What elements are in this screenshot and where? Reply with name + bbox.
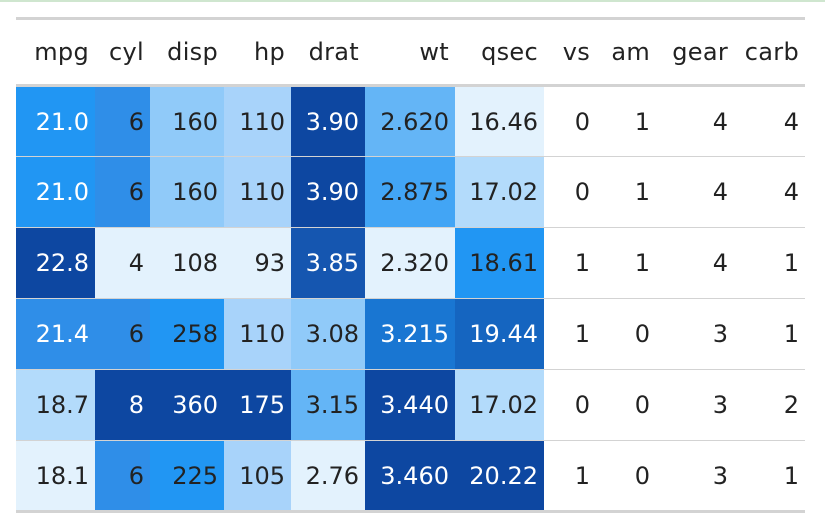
cell-qsec: 16.46 (455, 85, 544, 157)
cell-qsec: 20.22 (455, 440, 544, 512)
cell-carb: 1 (783, 461, 799, 490)
table-row: 21.0 6 160 110 3.90 2.875 17.02 0 1 4 4 (16, 156, 805, 228)
cell-hp: 110 (224, 156, 291, 228)
table-row: 18.1 6 225 105 2.76 3.460 20.22 1 0 3 1 (16, 440, 805, 512)
cell-carb: 1 (783, 320, 799, 348)
cell-qsec: 17.02 (455, 369, 544, 441)
column-header-cyl[interactable]: cyl (95, 19, 150, 86)
cell-wt: 3.440 (365, 369, 455, 441)
cell-carb: 2 (783, 391, 799, 419)
cell-gear: 3 (712, 320, 728, 348)
cell-gear: 4 (712, 249, 728, 277)
cell-am: 0 (634, 320, 650, 348)
column-header-am[interactable]: am (596, 19, 656, 86)
cell-mpg: 18.1 (16, 440, 95, 512)
cell-wt: 3.460 (365, 440, 455, 512)
cell-drat: 3.85 (291, 227, 365, 299)
cell-cyl: 6 (95, 85, 150, 157)
cell-wt: 2.620 (365, 85, 455, 157)
window-top-edge (0, 0, 825, 2)
table-header: mpg cyl disp hp drat wt qsec vs am gear … (16, 18, 805, 86)
cell-am: 1 (634, 249, 650, 277)
table-row: 22.8 4 108 93 3.85 2.320 18.61 1 1 4 1 (16, 227, 805, 299)
column-header-vs[interactable]: vs (544, 19, 596, 86)
cell-vs: 0 (574, 107, 590, 136)
mtcars-heatmap-table: mpg cyl disp hp drat wt qsec vs am gear … (16, 17, 805, 513)
cell-vs: 1 (574, 320, 590, 348)
cell-cyl: 6 (95, 440, 150, 512)
cell-carb: 1 (783, 249, 799, 277)
cell-wt: 2.875 (365, 156, 455, 228)
cell-qsec: 19.44 (455, 298, 544, 370)
cell-wt: 3.215 (365, 298, 455, 370)
column-header-gear[interactable]: gear (656, 19, 734, 86)
table-body: 21.0 6 160 110 3.90 2.620 16.46 0 1 4 4 … (16, 85, 805, 512)
cell-hp: 105 (224, 440, 291, 512)
cell-vs: 1 (574, 249, 590, 277)
cell-disp: 360 (150, 369, 224, 441)
cell-gear: 4 (712, 178, 728, 206)
cell-qsec: 17.02 (455, 156, 544, 228)
cell-drat: 2.76 (291, 440, 365, 512)
cell-disp: 108 (150, 227, 224, 299)
header-row: mpg cyl disp hp drat wt qsec vs am gear … (16, 18, 805, 86)
cell-vs: 0 (574, 391, 590, 419)
cell-am: 0 (634, 461, 650, 490)
table-row: 21.4 6 258 110 3.08 3.215 19.44 1 0 3 1 (16, 298, 805, 370)
column-header-qsec[interactable]: qsec (455, 19, 544, 86)
cell-disp: 258 (150, 298, 224, 370)
table-row: 21.0 6 160 110 3.90 2.620 16.46 0 1 4 4 (16, 85, 805, 157)
cell-vs: 1 (574, 461, 590, 490)
cell-drat: 3.90 (291, 85, 365, 157)
column-header-hp[interactable]: hp (224, 19, 291, 86)
cell-gear: 4 (712, 107, 728, 136)
cell-carb: 4 (783, 107, 799, 136)
cell-cyl: 6 (95, 298, 150, 370)
cell-mpg: 21.0 (16, 85, 95, 157)
column-header-mpg[interactable]: mpg (16, 19, 95, 86)
cell-hp: 93 (224, 227, 291, 299)
cell-gear: 3 (712, 391, 728, 419)
cell-wt: 2.320 (365, 227, 455, 299)
cell-carb: 4 (783, 178, 799, 206)
cell-hp: 110 (224, 85, 291, 157)
cell-am: 1 (634, 107, 650, 136)
cell-hp: 175 (224, 369, 291, 441)
cell-cyl: 6 (95, 156, 150, 228)
cell-disp: 160 (150, 85, 224, 157)
column-header-disp[interactable]: disp (150, 19, 224, 86)
cell-qsec: 18.61 (455, 227, 544, 299)
cell-mpg: 21.4 (16, 298, 95, 370)
column-header-carb[interactable]: carb (734, 19, 805, 86)
cell-am: 0 (634, 391, 650, 419)
cell-gear: 3 (712, 461, 728, 490)
cell-hp: 110 (224, 298, 291, 370)
cell-cyl: 8 (95, 369, 150, 441)
cell-drat: 3.15 (291, 369, 365, 441)
column-header-wt[interactable]: wt (365, 19, 455, 86)
cell-mpg: 18.7 (16, 369, 95, 441)
column-header-drat[interactable]: drat (291, 19, 365, 86)
cell-disp: 160 (150, 156, 224, 228)
cell-vs: 0 (574, 178, 590, 206)
cell-drat: 3.08 (291, 298, 365, 370)
cell-disp: 225 (150, 440, 224, 512)
cell-mpg: 22.8 (16, 227, 95, 299)
cell-mpg: 21.0 (16, 156, 95, 228)
cell-cyl: 4 (95, 227, 150, 299)
cell-am: 1 (634, 178, 650, 206)
table-row: 18.7 8 360 175 3.15 3.440 17.02 0 0 3 2 (16, 369, 805, 441)
cell-drat: 3.90 (291, 156, 365, 228)
